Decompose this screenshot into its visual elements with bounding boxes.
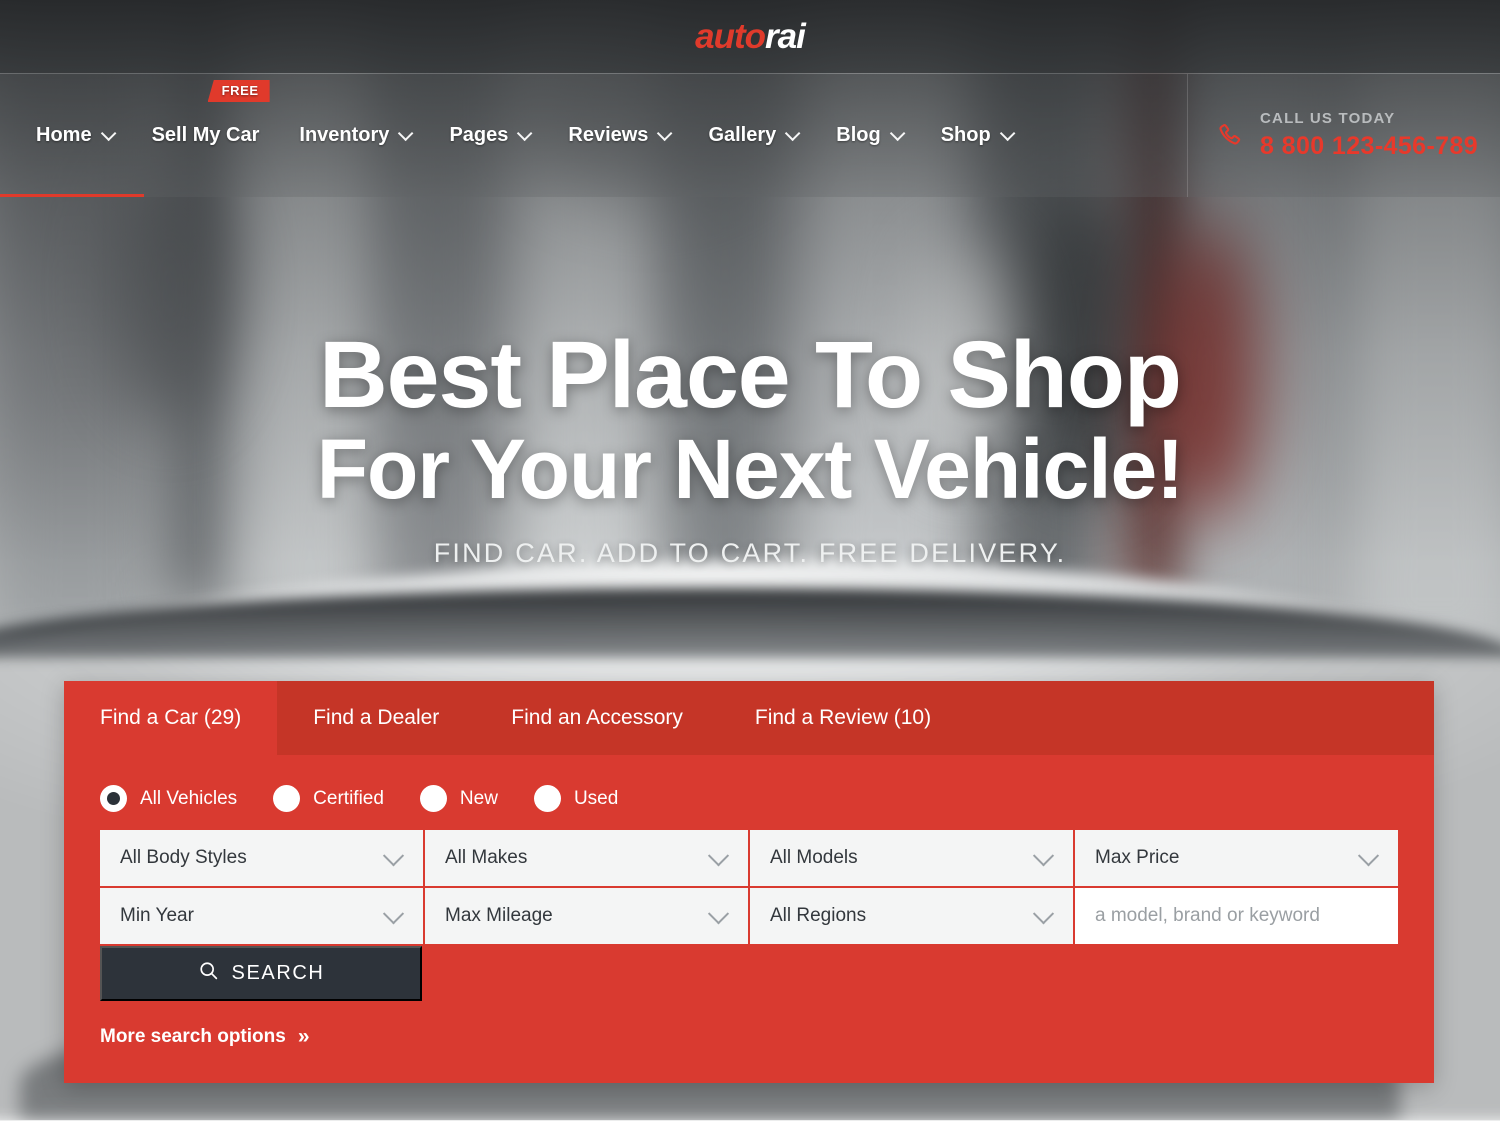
radio-used[interactable]: Used bbox=[533, 785, 619, 812]
nav-item-reviews[interactable]: Reviews bbox=[548, 74, 688, 197]
tab-find-a-car[interactable]: Find a Car (29) bbox=[64, 681, 278, 755]
nav-item-home[interactable]: Home bbox=[0, 74, 144, 197]
select-max-mileage[interactable]: Max Mileage bbox=[425, 888, 748, 944]
select-make[interactable]: All Makes bbox=[425, 830, 748, 886]
chevron-down-icon bbox=[517, 125, 533, 142]
select-min-year[interactable]: Min Year bbox=[100, 888, 423, 944]
header-logo-bar: autorai bbox=[0, 0, 1500, 73]
hero-heading-line1: Best Place To Shop bbox=[319, 322, 1182, 428]
radio-label-new: New bbox=[459, 787, 498, 809]
vehicle-search-panel: Find a Car (29) Find a Dealer Find an Ac… bbox=[64, 681, 1434, 1083]
chevron-down-icon bbox=[707, 903, 730, 925]
search-button[interactable]: SEARCH bbox=[100, 946, 422, 1001]
chevron-down-icon bbox=[382, 845, 405, 867]
keyword-input[interactable]: a model, brand or keyword bbox=[1075, 888, 1398, 944]
chevron-down-icon bbox=[1032, 845, 1055, 867]
radio-dot-icon bbox=[273, 785, 301, 812]
double-chevron-right-icon: » bbox=[297, 1025, 310, 1048]
select-value-make: All Makes bbox=[445, 847, 528, 868]
radio-label-all-vehicles: All Vehicles bbox=[140, 787, 238, 809]
radio-dot-icon bbox=[533, 785, 561, 812]
tab-find-a-review[interactable]: Find a Review (10) bbox=[719, 681, 967, 755]
select-max-price[interactable]: Max Price bbox=[1075, 830, 1398, 886]
radio-dot-icon bbox=[100, 785, 127, 812]
radio-label-certified: Certified bbox=[313, 787, 384, 809]
chevron-down-icon bbox=[100, 125, 116, 142]
chevron-down-icon bbox=[657, 125, 673, 142]
nav-label-shop: Shop bbox=[940, 124, 991, 146]
nav-item-pages[interactable]: Pages bbox=[429, 74, 548, 197]
main-navigation: Home Sell My Car FREE Inventory Pages Re… bbox=[0, 74, 1187, 197]
select-value-max-mileage: Max Mileage bbox=[445, 905, 553, 926]
nav-item-shop[interactable]: Shop bbox=[921, 74, 1031, 197]
nav-label-pages: Pages bbox=[449, 124, 509, 146]
hero-heading-line2: For Your Next Vehicle! bbox=[316, 422, 1184, 517]
site-logo[interactable]: autorai bbox=[695, 17, 806, 56]
hero-subtitle: FIND CAR. ADD TO CART. FREE DELIVERY. bbox=[433, 537, 1067, 568]
call-us-number[interactable]: 8 800 123-456-789 bbox=[1260, 132, 1478, 161]
chevron-down-icon bbox=[398, 125, 414, 142]
more-search-options-link[interactable]: More search options » bbox=[100, 1025, 1398, 1049]
radio-new[interactable]: New bbox=[419, 785, 498, 812]
search-filter-grid: All Body Styles All Makes All Models Max… bbox=[100, 830, 1398, 944]
search-tabs: Find a Car (29) Find a Dealer Find an Ac… bbox=[64, 681, 1434, 755]
search-form: All Vehicles Certified New Used All Body… bbox=[64, 755, 1434, 1049]
call-us-label: CALL US TODAY bbox=[1260, 110, 1396, 127]
header-nav-bar: Home Sell My Car FREE Inventory Pages Re… bbox=[0, 73, 1500, 197]
select-body-style[interactable]: All Body Styles bbox=[100, 830, 423, 886]
chevron-down-icon bbox=[889, 125, 906, 142]
nav-item-gallery[interactable]: Gallery bbox=[688, 74, 816, 197]
select-value-model: All Models bbox=[770, 847, 858, 868]
free-badge: FREE bbox=[207, 80, 270, 102]
chevron-down-icon bbox=[1032, 903, 1055, 925]
nav-label-sell-my-car: Sell My Car bbox=[151, 124, 260, 146]
site-header: autorai Home Sell My Car FREE Inventory bbox=[0, 0, 1500, 197]
radio-certified[interactable]: Certified bbox=[273, 785, 384, 812]
hero-section: Best Place To Shop For Your Next Vehicle… bbox=[0, 328, 1500, 569]
radio-dot-icon bbox=[419, 785, 447, 812]
chevron-down-icon bbox=[785, 125, 801, 142]
nav-item-blog[interactable]: Blog bbox=[816, 74, 920, 197]
select-value-min-year: Min Year bbox=[120, 905, 194, 926]
chevron-down-icon bbox=[999, 125, 1016, 142]
select-value-max-price: Max Price bbox=[1095, 847, 1180, 868]
radio-all-vehicles[interactable]: All Vehicles bbox=[100, 785, 237, 812]
tab-find-an-accessory[interactable]: Find an Accessory bbox=[475, 681, 719, 755]
nav-label-gallery: Gallery bbox=[708, 124, 777, 146]
nav-label-inventory: Inventory bbox=[299, 124, 390, 146]
phone-icon bbox=[1216, 122, 1244, 150]
page-root: autorai Home Sell My Car FREE Inventory bbox=[0, 0, 1500, 1121]
tab-find-a-dealer[interactable]: Find a Dealer bbox=[277, 681, 475, 755]
search-icon bbox=[198, 960, 219, 987]
select-value-body-style: All Body Styles bbox=[120, 847, 247, 868]
condition-radio-group: All Vehicles Certified New Used bbox=[100, 785, 1398, 812]
nav-item-inventory[interactable]: Inventory bbox=[279, 74, 429, 197]
nav-label-home: Home bbox=[36, 124, 92, 146]
select-model[interactable]: All Models bbox=[750, 830, 1073, 886]
hero-heading: Best Place To Shop For Your Next Vehicle… bbox=[0, 328, 1500, 517]
logo-text-secondary: rai bbox=[765, 17, 806, 56]
select-value-region: All Regions bbox=[770, 905, 867, 926]
nav-label-reviews: Reviews bbox=[568, 124, 649, 146]
chevron-down-icon bbox=[707, 845, 730, 867]
more-search-options-label: More search options bbox=[100, 1026, 286, 1047]
nav-item-sell-my-car[interactable]: Sell My Car FREE bbox=[132, 74, 280, 197]
keyword-input-placeholder: a model, brand or keyword bbox=[1095, 905, 1320, 926]
logo-text-primary: auto bbox=[695, 17, 766, 56]
search-button-label: SEARCH bbox=[231, 962, 325, 984]
select-region[interactable]: All Regions bbox=[750, 888, 1073, 944]
search-button-row: SEARCH bbox=[100, 946, 1398, 1001]
nav-label-blog: Blog bbox=[836, 124, 881, 146]
chevron-down-icon bbox=[1357, 845, 1380, 867]
call-us-block[interactable]: CALL US TODAY 8 800 123-456-789 bbox=[1187, 74, 1500, 197]
radio-label-used: Used bbox=[573, 787, 619, 809]
chevron-down-icon bbox=[382, 903, 405, 925]
